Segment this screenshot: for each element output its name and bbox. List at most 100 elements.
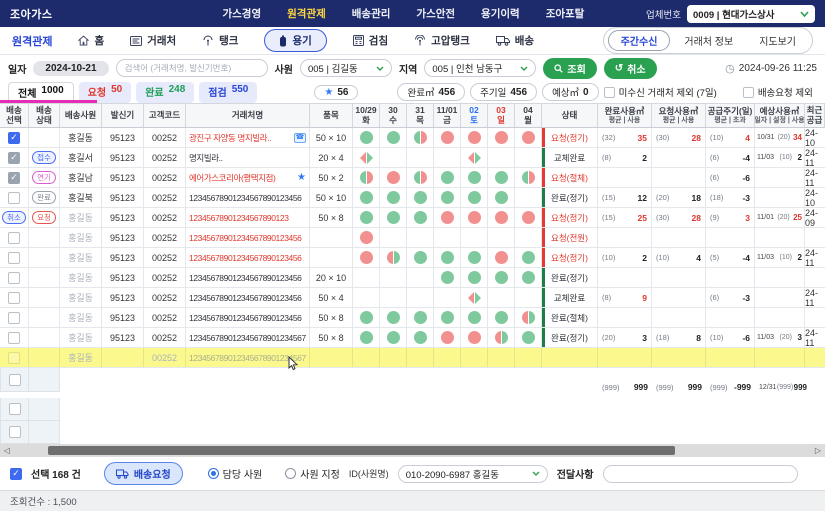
col-header-supply-cycle[interactable]: 공급주기(일)평균 | 초과 <box>706 104 755 127</box>
row-checkbox[interactable] <box>9 426 21 438</box>
designate-employee-radio[interactable]: 사원 지정 <box>285 466 340 481</box>
top-menu-item-가스경영[interactable]: 가스경영 <box>222 6 261 21</box>
search-input[interactable] <box>116 59 268 77</box>
count-badge-점검[interactable]: 점검550 <box>199 82 257 103</box>
company-select[interactable]: 0009 | 현대가스상사 <box>687 5 815 23</box>
table-row[interactable]: ✓홍길동9512300252광진구 자양동 명지빌라..☎50 × 10요청(정… <box>0 128 825 148</box>
top-menu-item-조아포탈[interactable]: 조아포탈 <box>546 6 585 21</box>
client-name-cell[interactable]: 12345678901234567890123 <box>186 208 310 227</box>
col-header-day-02[interactable]: 02토 <box>461 104 488 127</box>
col-header-ship-status[interactable]: 배송상태 <box>29 104 60 127</box>
client-name-cell[interactable]: 12345678901234567890123456 <box>186 188 310 207</box>
nav-tab-고압탱크[interactable]: 고압탱크 <box>414 33 470 48</box>
client-name-cell[interactable]: 12345678901234567890123456789 <box>186 328 310 347</box>
region-select[interactable]: 005 | 인천 남동구 <box>424 59 536 77</box>
col-header-select[interactable]: 배송선택 <box>0 104 29 127</box>
row-checkbox[interactable] <box>8 292 20 304</box>
table-row[interactable]: ✓연기홍길남9512300252에어가스코리아(평택지점)★50 × 2요청(절… <box>0 168 825 188</box>
note-input[interactable] <box>603 465 798 483</box>
row-checkbox[interactable] <box>8 232 20 244</box>
col-header-request-usage[interactable]: 요청사용㎥평균 | 사용 <box>652 104 706 127</box>
top-menu-item-배송관리[interactable]: 배송관리 <box>352 6 391 21</box>
cancel-button[interactable]: ↺ 취소 <box>604 58 657 79</box>
top-menu-item-가스안전[interactable]: 가스안전 <box>416 6 455 21</box>
col-header-day-31[interactable]: 31목 <box>407 104 434 127</box>
col-header-day-04[interactable]: 04월 <box>515 104 542 127</box>
table-row[interactable]: 홍길동951230025212345678901234567890123456요… <box>0 248 825 268</box>
delivery-request-button[interactable]: 배송요청 <box>104 462 183 485</box>
table-row[interactable]: 홍길동9512300252123456789012345678901234565… <box>0 288 825 308</box>
col-header-done-usage[interactable]: 완료사용㎥평균 | 사용 <box>598 104 652 127</box>
exclude-filter-checkbox[interactable]: 배송요청 제외 <box>743 85 813 99</box>
client-info-button[interactable]: 거래처 정보 <box>672 31 745 50</box>
row-checkbox[interactable] <box>8 272 20 284</box>
exclude-filter-checkbox[interactable]: 미수신 거래처 제외 (7일) <box>604 85 717 99</box>
day-usage-cell <box>353 168 380 187</box>
col-header-state[interactable]: 상태 <box>542 104 598 127</box>
client-name-cell[interactable]: 광진구 자양동 명지빌라..☎ <box>186 128 310 147</box>
client-name-cell[interactable]: 12345678901234567890123456 <box>186 308 310 327</box>
nav-tab-거래처[interactable]: 거래처 <box>130 33 176 48</box>
col-header-day-30[interactable]: 30수 <box>380 104 407 127</box>
agent-cell: 홍길동 <box>60 288 102 307</box>
col-header-day-10/29[interactable]: 10/29화 <box>353 104 380 127</box>
phone-icon[interactable]: ☎ <box>294 133 306 143</box>
col-header-device[interactable]: 발신기 <box>102 104 144 127</box>
table-row[interactable]: 홍길동9512300252123456789012345678901234567… <box>0 328 825 348</box>
top-menu-item-용기이력[interactable]: 용기이력 <box>481 6 520 21</box>
star-icon[interactable]: ★ <box>297 172 306 183</box>
date-picker[interactable]: 2024-10-21 <box>33 61 108 76</box>
select-all-checkbox[interactable]: ✓ <box>10 468 22 480</box>
assigned-employee-radio[interactable]: 담당 사원 <box>208 466 263 481</box>
scroll-left-arrow[interactable]: ◁ <box>0 444 14 457</box>
row-checkbox[interactable] <box>9 403 21 415</box>
nav-tab-용기[interactable]: 용기 <box>264 29 326 52</box>
horizontal-scrollbar[interactable]: ◁ ▷ <box>0 444 825 457</box>
weekly-receive-button[interactable]: 주간수신 <box>608 30 671 51</box>
client-name-cell[interactable]: 12345678901234567890123456 <box>186 268 310 287</box>
scrollbar-thumb[interactable] <box>48 446 675 455</box>
col-header-last-supply[interactable]: 최근공급 <box>805 104 825 127</box>
employee-id-select[interactable]: 010-2090-6987 홍길동 <box>398 465 548 483</box>
table-row[interactable]: ✓접수홍길서9512300252명지빌라..20 × 4교체완료(8)2(6)-… <box>0 148 825 168</box>
table-row[interactable]: 취소요청홍길동951230025212345678901234567890123… <box>0 208 825 228</box>
client-name-cell[interactable]: 명지빌라.. <box>186 148 310 167</box>
nav-tab-검침[interactable]: 검침 <box>353 33 388 48</box>
col-header-day-11/01[interactable]: 11/01금 <box>434 104 461 127</box>
client-name-cell[interactable]: 에어가스코리아(평택지점)★ <box>186 168 310 187</box>
client-name-cell[interactable]: 12345678901234567890123456 <box>186 248 310 267</box>
nav-tab-홈[interactable]: 홈 <box>78 33 104 48</box>
table-row[interactable]: 홍길동0025212345678901234567890123456789 <box>0 348 825 368</box>
count-badge-완료[interactable]: 완료248 <box>136 82 194 103</box>
row-checkbox[interactable] <box>9 374 21 386</box>
col-header-day-03[interactable]: 03일 <box>488 104 515 127</box>
search-button[interactable]: 조회 <box>543 58 596 79</box>
table-row[interactable]: 홍길동9512300252123456789012345678901234562… <box>0 268 825 288</box>
col-header-estimated-usage[interactable]: 예상사용㎥일자 | 설정 | 사용 <box>755 104 805 127</box>
row-checkbox[interactable] <box>8 332 20 344</box>
nav-tab-탱크[interactable]: 탱크 <box>202 33 238 48</box>
row-checkbox[interactable] <box>8 252 20 264</box>
row-checkbox[interactable]: ✓ <box>8 132 20 144</box>
table-row[interactable]: 홍길동9512300252123456789012345678901234565… <box>0 308 825 328</box>
col-header-item[interactable]: 품목 <box>310 104 353 127</box>
cancel-badge[interactable]: 취소 <box>2 211 26 224</box>
map-view-button[interactable]: 지도보기 <box>747 31 808 50</box>
row-checkbox[interactable]: ✓ <box>8 152 20 164</box>
top-menu-item-원격관제[interactable]: 원격관제 <box>287 6 326 21</box>
col-header-name[interactable]: 거래처명 <box>186 104 310 127</box>
employee-select[interactable]: 005 | 김길동 <box>300 59 392 77</box>
row-checkbox[interactable] <box>8 352 20 364</box>
row-checkbox[interactable] <box>8 192 20 204</box>
table-row[interactable]: 완료홍길북95123002521234567890123456789012345… <box>0 188 825 208</box>
col-header-agent[interactable]: 배송사원 <box>60 104 102 127</box>
client-name-cell[interactable]: 12345678901234567890123456 <box>186 228 310 247</box>
client-name-cell[interactable]: 12345678901234567890123456 <box>186 288 310 307</box>
row-checkbox[interactable]: ✓ <box>8 172 20 184</box>
table-row[interactable]: 홍길동951230025212345678901234567890123456요… <box>0 228 825 248</box>
col-header-code[interactable]: 고객코드 <box>144 104 186 127</box>
scroll-right-arrow[interactable]: ▷ <box>811 444 825 457</box>
nav-tab-배송[interactable]: 배송 <box>496 33 534 48</box>
row-checkbox[interactable] <box>8 312 20 324</box>
favorite-count-badge[interactable]: ★ 56 <box>314 85 358 100</box>
